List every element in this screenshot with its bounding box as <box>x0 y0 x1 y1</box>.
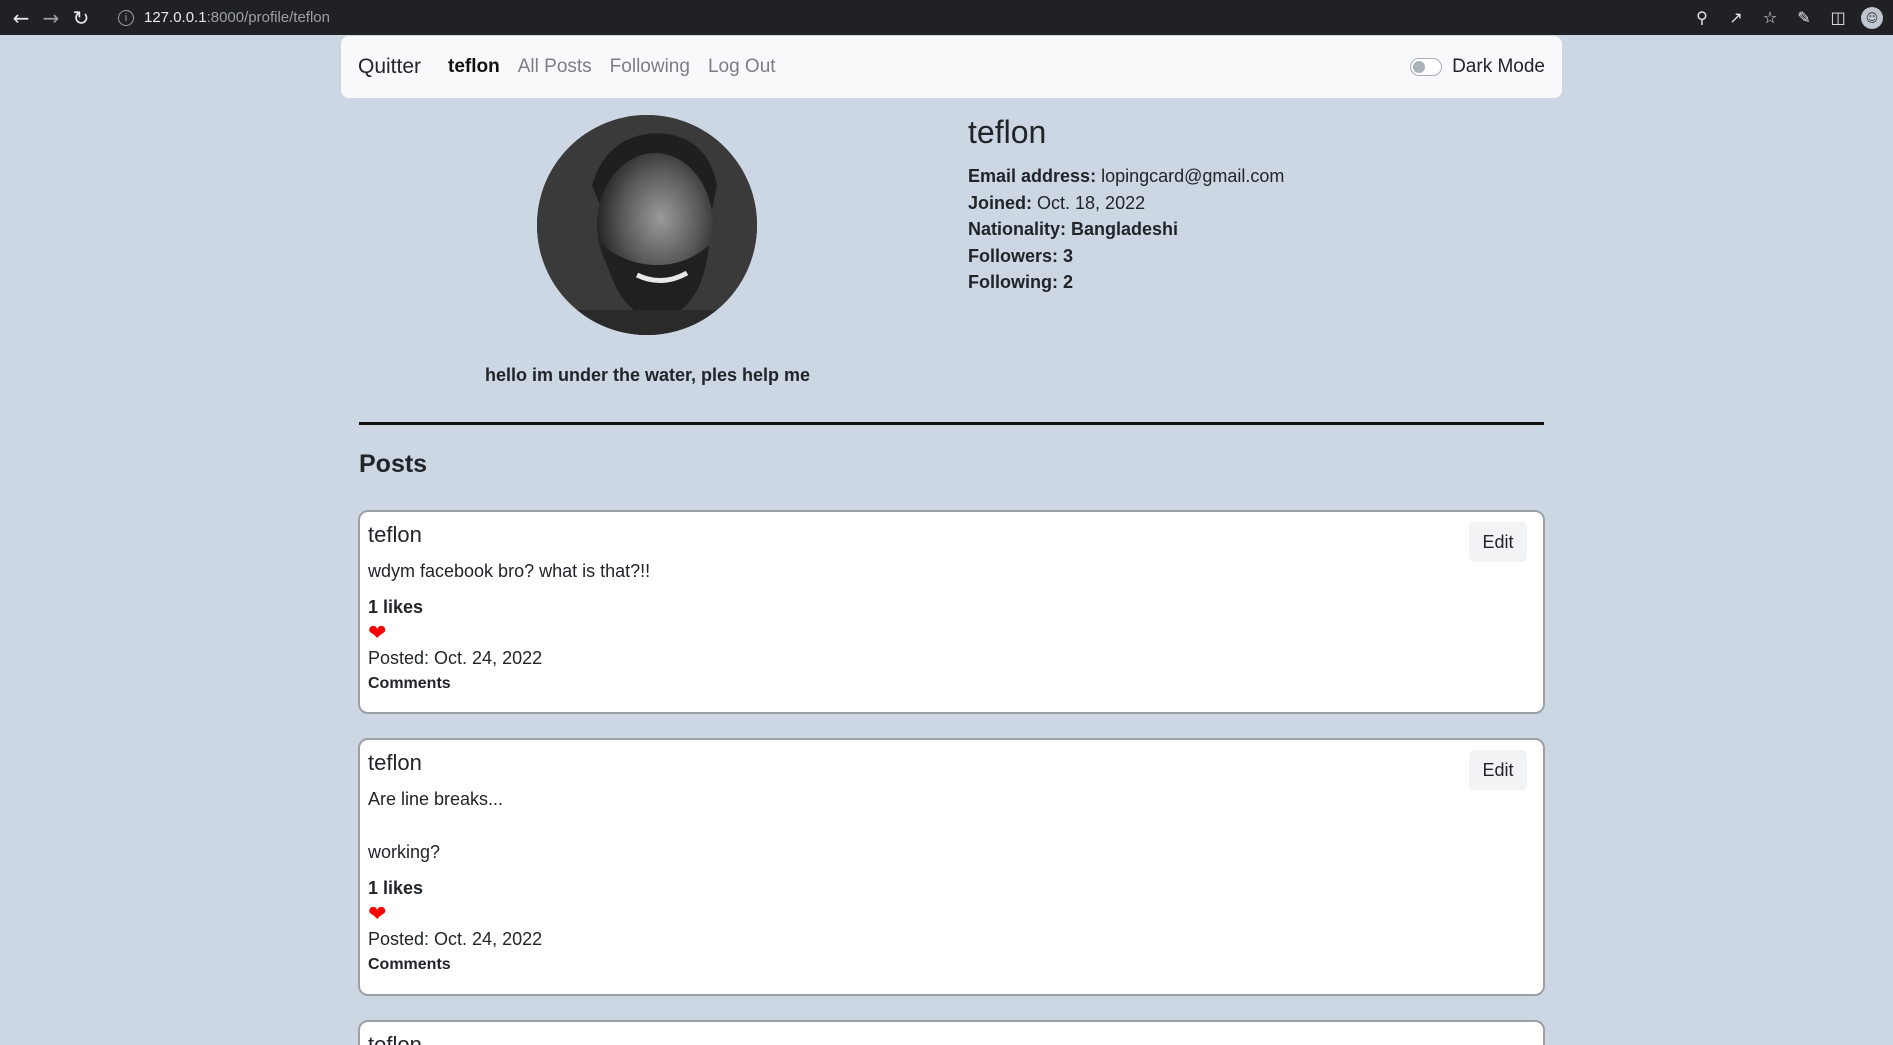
profile-followers: Followers: 3 <box>968 243 1284 270</box>
brand-logo[interactable]: Quitter <box>358 55 421 79</box>
address-bar[interactable]: i 127.0.0.1:8000/profile/teflon <box>118 9 330 26</box>
comments-link[interactable]: Comments <box>368 675 1535 693</box>
star-icon[interactable]: ☆ <box>1759 8 1781 27</box>
post-body: Are line breaks... working? <box>368 789 504 862</box>
section-divider <box>359 422 1544 425</box>
reload-icon[interactable]: ↻ <box>66 3 96 33</box>
share-icon[interactable]: ↗ <box>1725 8 1747 27</box>
followers-text: Followers: 3 <box>968 245 1074 266</box>
post-card: teflon Are line breaks... working? 1 lik… <box>358 738 1545 996</box>
post-date: Posted: Oct. 24, 2022 <box>368 928 543 949</box>
site-info-icon[interactable]: i <box>118 9 134 26</box>
profile-joined: Joined: Oct. 18, 2022 <box>968 190 1284 217</box>
url-path: :8000/profile/teflon <box>206 9 330 26</box>
following-text: Following: 2 <box>968 272 1073 292</box>
post-date: Posted: Oct. 24, 2022 <box>368 647 543 668</box>
nav-log-out[interactable]: Log Out <box>708 56 776 78</box>
profile-username: teflon <box>968 114 1047 150</box>
post-author[interactable]: teflon <box>368 1032 1535 1045</box>
email-value: lopingcard@gmail.com <box>1101 166 1285 186</box>
heart-icon[interactable]: ❤ <box>368 620 1535 646</box>
nationality-text: Nationality: Bangladeshi <box>968 219 1179 239</box>
posts-heading: Posts <box>359 450 428 478</box>
profile-email: Email address: lopingcard@gmail.com <box>968 163 1284 190</box>
joined-value: Oct. 18, 2022 <box>1037 192 1146 213</box>
extensions-icon[interactable]: ✎ <box>1793 8 1815 27</box>
profile-following: Following: 2 <box>968 269 1284 296</box>
post-likes: 1 likes <box>368 877 424 898</box>
site-navbar: Quitter teflon All Posts Following Log O… <box>341 36 1562 98</box>
nav-all-posts[interactable]: All Posts <box>518 56 592 78</box>
post-author[interactable]: teflon <box>368 522 1535 548</box>
profile-avatar-icon[interactable]: ☺ <box>1861 6 1883 29</box>
heart-icon[interactable]: ❤ <box>368 901 1535 927</box>
profile-avatar <box>537 115 757 335</box>
side-panel-icon[interactable]: ◫ <box>1827 8 1849 27</box>
profile-nationality: Nationality: Bangladeshi <box>968 216 1284 243</box>
post-body: wdym facebook bro? what is that?!! <box>368 561 651 581</box>
back-icon[interactable]: ← <box>6 3 36 33</box>
edit-button[interactable]: Edit <box>1469 750 1527 790</box>
dark-mode-toggle[interactable]: Dark Mode <box>1410 36 1545 98</box>
nav-profile[interactable]: teflon <box>448 56 500 78</box>
forward-icon[interactable]: → <box>36 3 66 33</box>
post-author[interactable]: teflon <box>368 750 1535 776</box>
email-label: Email address: <box>968 166 1097 186</box>
post-likes: 1 likes <box>368 596 424 617</box>
nav-following[interactable]: Following <box>610 56 690 78</box>
avatar-portrait-image <box>537 115 757 335</box>
dark-mode-label: Dark Mode <box>1452 56 1545 77</box>
post-card: teflon wdym facebook bro? what is that?!… <box>358 510 1545 714</box>
joined-label: Joined: <box>968 192 1033 213</box>
dark-mode-switch[interactable] <box>1410 58 1443 76</box>
profile-bio: hello im under the water, ples help me <box>484 365 811 385</box>
browser-actions: ⚲ ↗ ☆ ✎ ◫ ☺ <box>1691 0 1883 35</box>
comments-link[interactable]: Comments <box>368 956 1535 974</box>
browser-toolbar: ← → ↻ i 127.0.0.1:8000/profile/teflon ⚲ … <box>0 0 1893 35</box>
url-host: 127.0.0.1 <box>144 9 207 26</box>
post-card: teflon <box>358 1020 1545 1045</box>
profile-details: Email address: lopingcard@gmail.com Join… <box>968 163 1284 296</box>
edit-button[interactable]: Edit <box>1469 522 1527 562</box>
zoom-icon[interactable]: ⚲ <box>1691 8 1713 27</box>
